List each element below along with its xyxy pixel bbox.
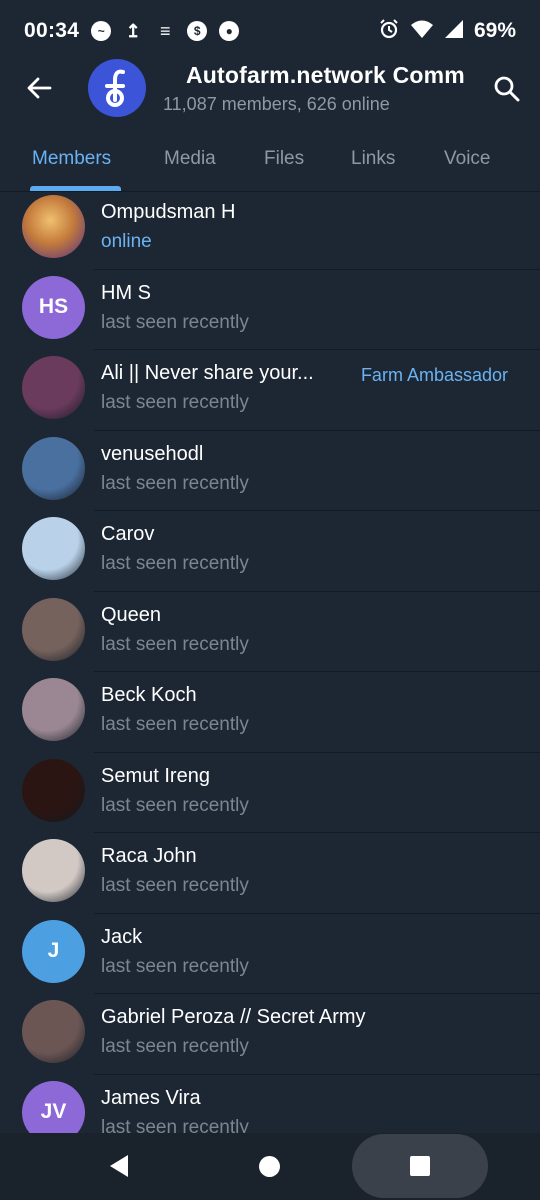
member-name: HM S bbox=[101, 281, 151, 304]
member-name: Carov bbox=[101, 523, 155, 545]
member-avatar[interactable] bbox=[22, 597, 85, 661]
member-row[interactable]: Queen last seen recently bbox=[0, 592, 540, 672]
member-avatar[interactable] bbox=[22, 758, 85, 822]
status-time: 00:34 bbox=[24, 19, 80, 42]
tab-links[interactable]: Links bbox=[351, 148, 395, 170]
member-row[interactable]: JV James Vira last seen recently bbox=[0, 1075, 540, 1134]
member-avatar[interactable] bbox=[22, 195, 85, 258]
member-row[interactable]: Carov last seen recently bbox=[0, 511, 540, 592]
nav-home-button[interactable] bbox=[259, 1156, 280, 1177]
member-status: last seen recently bbox=[101, 875, 249, 896]
wifi-icon bbox=[410, 19, 434, 44]
member-name: Gabriel Peroza // Secret Army bbox=[101, 1006, 366, 1028]
back-button[interactable] bbox=[22, 70, 56, 106]
member-status: last seen recently bbox=[101, 633, 249, 655]
group-title[interactable]: Autofarm.network Comm bbox=[186, 62, 472, 92]
search-button[interactable] bbox=[490, 72, 524, 106]
dollar-coin-icon: $ bbox=[187, 21, 208, 41]
member-row[interactable]: Semut Ireng last seen recently bbox=[0, 753, 540, 833]
member-row[interactable]: Beck Koch last seen recently bbox=[0, 672, 540, 753]
ftx-icon: ≡ bbox=[159, 20, 171, 41]
nav-recents-button[interactable] bbox=[410, 1156, 430, 1176]
member-name: Ali || Never share your... bbox=[101, 362, 314, 384]
member-status: last seen recently bbox=[101, 1036, 249, 1057]
group-subtitle: 11,087 members, 626 online bbox=[163, 94, 390, 114]
member-avatar[interactable] bbox=[22, 517, 85, 580]
group-avatar[interactable] bbox=[88, 59, 146, 117]
member-status: last seen recently bbox=[101, 472, 249, 494]
status-right: 69% bbox=[378, 18, 516, 45]
member-row[interactable]: venusehodl last seen recently bbox=[0, 431, 540, 511]
member-avatar[interactable]: HS bbox=[22, 275, 85, 339]
signal-icon bbox=[444, 19, 464, 44]
member-row[interactable]: J Jack last seen recently bbox=[0, 914, 540, 994]
member-status: last seen recently bbox=[101, 714, 249, 735]
member-name: Queen bbox=[101, 603, 162, 626]
member-row[interactable]: Ompudsman H online bbox=[0, 189, 540, 270]
member-avatar[interactable] bbox=[22, 436, 85, 500]
member-avatar[interactable] bbox=[22, 356, 85, 419]
member-name: Beck Koch bbox=[101, 684, 197, 706]
member-row[interactable]: Gabriel Peroza // Secret Army last seen r… bbox=[0, 994, 540, 1075]
member-status: online bbox=[101, 231, 152, 252]
member-list[interactable]: Ompudsman H online HS HM S last seen recentl… bbox=[0, 189, 540, 1133]
member-status: last seen recently bbox=[101, 311, 249, 333]
arrow-left-icon bbox=[27, 77, 52, 99]
soccer-ball-icon: ● bbox=[219, 21, 240, 41]
status-left: 00:34 ~ ↥ ≡ $ ● bbox=[24, 19, 240, 43]
member-row[interactable]: Raca John last seen recently bbox=[0, 833, 540, 914]
member-avatar[interactable]: J bbox=[22, 919, 85, 983]
tab-media[interactable]: Media bbox=[164, 148, 216, 170]
member-avatar[interactable]: JV bbox=[22, 1080, 85, 1133]
chat-header: Autofarm.network Comm 11,087 members, 62… bbox=[0, 59, 540, 122]
tab-files[interactable]: Files bbox=[264, 148, 304, 170]
search-icon bbox=[494, 76, 520, 102]
status-bar: 00:34 ~ ↥ ≡ $ ● 69% bbox=[0, 0, 540, 62]
member-status: last seen recently bbox=[101, 794, 249, 816]
member-status: last seen recently bbox=[101, 1116, 249, 1134]
member-name: Raca John bbox=[101, 845, 197, 867]
member-name: Ompudsman H bbox=[101, 201, 236, 223]
tab-voice[interactable]: Voice bbox=[444, 148, 490, 170]
tab-bar: Members Media Files Links Voice bbox=[0, 136, 540, 192]
alarm-icon bbox=[378, 18, 400, 45]
member-status: last seen recently bbox=[101, 955, 249, 977]
messenger-icon: ~ bbox=[91, 21, 112, 41]
member-name: James Vira bbox=[101, 1086, 201, 1109]
nav-back-icon[interactable] bbox=[106, 1153, 132, 1179]
member-status: last seen recently bbox=[101, 392, 249, 413]
tab-members[interactable]: Members bbox=[32, 148, 111, 170]
member-name: venusehodl bbox=[101, 442, 204, 465]
member-avatar[interactable] bbox=[22, 839, 85, 902]
upload-icon: ↥ bbox=[125, 20, 141, 41]
battery-percent: 69% bbox=[473, 19, 516, 42]
member-status: last seen recently bbox=[101, 553, 249, 574]
member-name: Semut Ireng bbox=[101, 764, 210, 787]
member-row[interactable]: Ali || Never share your... last seen rece… bbox=[0, 350, 540, 431]
member-avatar[interactable] bbox=[22, 1000, 85, 1063]
member-row[interactable]: HS HM S last seen recently bbox=[0, 270, 540, 350]
member-avatar[interactable] bbox=[22, 678, 85, 741]
member-role-badge: Farm Ambassador bbox=[360, 365, 508, 385]
member-name: Jack bbox=[101, 925, 143, 948]
navigation-bar bbox=[0, 1133, 540, 1200]
